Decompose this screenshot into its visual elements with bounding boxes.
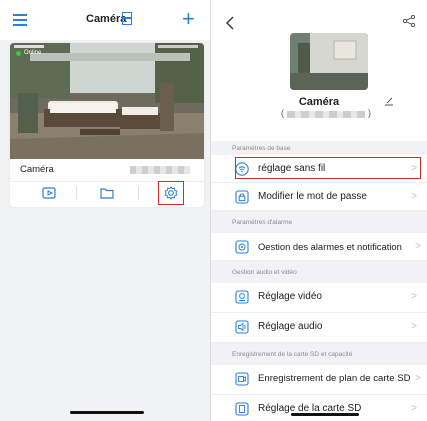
camera-thumbnail bbox=[290, 33, 368, 90]
timestamp-overlay-right bbox=[158, 45, 198, 48]
serial-open: ( bbox=[281, 108, 284, 118]
row-alarm-notifications[interactable]: Oestion des alarmes et notification > bbox=[211, 233, 427, 261]
row-label: Modifier le mot de passe bbox=[258, 191, 367, 202]
settings-icon[interactable] bbox=[162, 184, 180, 202]
serial-redacted bbox=[287, 111, 365, 118]
camera-settings-panel: Caméra ( ) Paramètres de base réglage sa… bbox=[211, 0, 427, 421]
camera-preview[interactable]: Online bbox=[10, 43, 204, 159]
video-camera-icon bbox=[235, 290, 249, 304]
row-video-settings[interactable]: Réglage vidéo > bbox=[211, 283, 427, 313]
row-sd-card-settings[interactable]: Réglage de la carte SD > bbox=[211, 395, 427, 421]
serial-close: ) bbox=[368, 108, 371, 118]
row-sd-recording-plan[interactable]: Enregistrement de plan de carte SD > bbox=[211, 365, 427, 395]
row-label: Réglage vidéo bbox=[258, 291, 322, 302]
device-header: Caméra ( ) bbox=[211, 0, 427, 141]
left-header: Caméra + bbox=[0, 0, 210, 40]
home-indicator bbox=[291, 413, 359, 416]
record-icon bbox=[235, 372, 249, 386]
back-icon[interactable] bbox=[225, 16, 235, 30]
page-title: Caméra bbox=[86, 13, 127, 25]
chevron-right-icon: > bbox=[411, 191, 417, 202]
grid-view-icon[interactable] bbox=[122, 12, 132, 25]
divider bbox=[76, 186, 77, 200]
wireless-settings-highlight bbox=[235, 157, 421, 179]
device-serial: ( ) bbox=[281, 108, 371, 119]
status-label: Online bbox=[24, 50, 42, 56]
section-sd: Enregistrement de la carte SD et capacit… bbox=[211, 343, 427, 365]
camera-name: Caméra bbox=[20, 164, 54, 175]
chevron-right-icon: > bbox=[411, 291, 417, 302]
section-basic: Paramètres de base bbox=[211, 141, 427, 155]
section-alarm: Paramètres d'alarme bbox=[211, 211, 427, 233]
screen: Caméra + Online Caméra Caméra () Paramè… bbox=[0, 0, 427, 421]
section-audio-video: Gestion audio et vidéo bbox=[211, 261, 427, 283]
camera-list-panel: Caméra + Online Caméra bbox=[0, 0, 211, 421]
playback-icon[interactable] bbox=[40, 184, 58, 202]
row-label: Enregistrement de plan de carte SD bbox=[258, 373, 411, 384]
row-audio-settings[interactable]: Réglage audio > bbox=[211, 313, 427, 343]
device-title: Caméra bbox=[298, 96, 340, 108]
lock-icon bbox=[235, 190, 249, 204]
menu-icon[interactable] bbox=[13, 14, 27, 26]
speaker-icon bbox=[235, 320, 249, 334]
chevron-right-icon: > bbox=[411, 321, 417, 332]
chevron-right-icon: > bbox=[411, 403, 417, 414]
sd-card-icon bbox=[235, 402, 249, 416]
status-badge: Online bbox=[16, 50, 41, 56]
row-label: Réglage audio bbox=[258, 321, 323, 332]
row-change-password[interactable]: Modifier le mot de passe > bbox=[211, 183, 427, 211]
chevron-right-icon: > bbox=[415, 241, 421, 252]
folder-icon[interactable] bbox=[98, 184, 116, 202]
home-indicator bbox=[70, 411, 144, 414]
edit-icon[interactable] bbox=[384, 96, 394, 106]
divider bbox=[138, 186, 139, 200]
alarm-icon bbox=[235, 240, 249, 254]
patio-preview-image bbox=[10, 43, 204, 159]
chevron-right-icon: > bbox=[415, 373, 421, 384]
share-icon[interactable] bbox=[402, 14, 416, 28]
camera-card[interactable]: Online Caméra bbox=[10, 43, 204, 207]
online-dot-icon bbox=[16, 50, 21, 56]
camera-id-redacted bbox=[130, 166, 190, 174]
add-camera-button[interactable]: + bbox=[182, 8, 195, 30]
row-label: Oestion des alarmes et notification bbox=[258, 241, 402, 252]
timestamp-overlay bbox=[14, 45, 44, 48]
